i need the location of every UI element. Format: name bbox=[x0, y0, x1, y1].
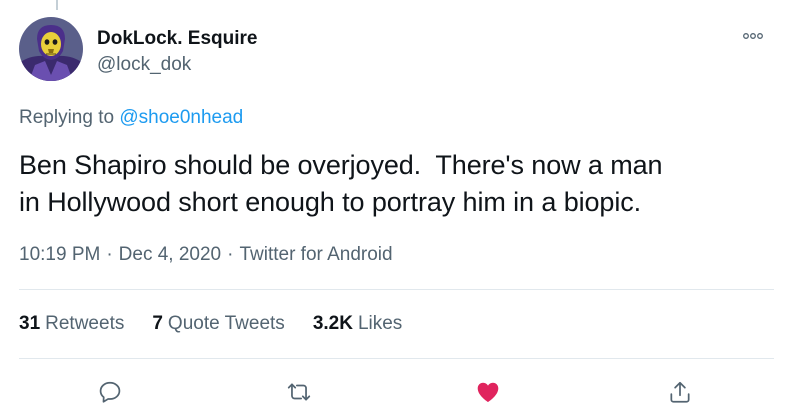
reply-icon bbox=[99, 381, 121, 403]
quote-tweets-stat[interactable]: 7 Quote Tweets bbox=[152, 313, 284, 335]
tweet-text-line-1: Ben Shapiro should be overjoyed. There's… bbox=[19, 150, 663, 180]
more-horizontal-icon[interactable] bbox=[740, 26, 766, 46]
tweet-time[interactable]: 10:19 PM bbox=[19, 244, 100, 265]
divider bbox=[19, 289, 774, 290]
quote-tweets-count: 7 bbox=[152, 313, 163, 334]
likes-label: Likes bbox=[357, 313, 403, 334]
retweets-label: Retweets bbox=[45, 313, 125, 334]
likes-stat[interactable]: 3.2K Likes bbox=[313, 313, 403, 335]
author-handle[interactable]: @lock_dok bbox=[97, 54, 258, 76]
retweet-icon bbox=[287, 383, 311, 401]
replying-to: Replying to @shoe0nhead bbox=[19, 107, 243, 129]
tweet-text: Ben Shapiro should be overjoyed. There's… bbox=[19, 147, 774, 221]
author-display-name[interactable]: DokLock. Esquire bbox=[97, 28, 258, 50]
share-icon bbox=[670, 381, 690, 403]
replying-to-handle-link[interactable]: @shoe0nhead bbox=[119, 107, 243, 128]
meta-separator: · bbox=[106, 244, 113, 265]
thread-connector-line bbox=[56, 0, 58, 10]
share-button[interactable] bbox=[662, 374, 698, 410]
divider bbox=[19, 358, 774, 359]
like-button[interactable] bbox=[470, 374, 506, 410]
likes-count: 3.2K bbox=[312, 313, 353, 334]
quote-tweets-label: Quote Tweets bbox=[167, 313, 285, 334]
retweets-stat[interactable]: 31 Retweets bbox=[19, 313, 124, 335]
retweets-count: 31 bbox=[19, 313, 41, 334]
tweet-metadata: 10:19 PM · Dec 4, 2020 · Twitter for Android bbox=[19, 244, 393, 266]
tweet-date[interactable]: Dec 4, 2020 bbox=[119, 244, 221, 265]
avatar-image bbox=[19, 17, 83, 81]
avatar[interactable] bbox=[19, 17, 83, 81]
tweet-stats: 31 Retweets 7 Quote Tweets 3.2K Likes bbox=[19, 313, 430, 335]
retweet-button[interactable] bbox=[281, 374, 317, 410]
replying-to-label: Replying to bbox=[19, 107, 120, 128]
reply-button[interactable] bbox=[92, 374, 128, 410]
meta-separator: · bbox=[227, 244, 234, 265]
heart-icon bbox=[477, 382, 499, 402]
tweet-actions bbox=[19, 374, 774, 410]
tweet-author[interactable]: DokLock. Esquire @lock_dok bbox=[97, 28, 258, 76]
tweet-source[interactable]: Twitter for Android bbox=[239, 244, 392, 265]
tweet-text-line-2: in Hollywood short enough to portray him… bbox=[19, 187, 642, 217]
